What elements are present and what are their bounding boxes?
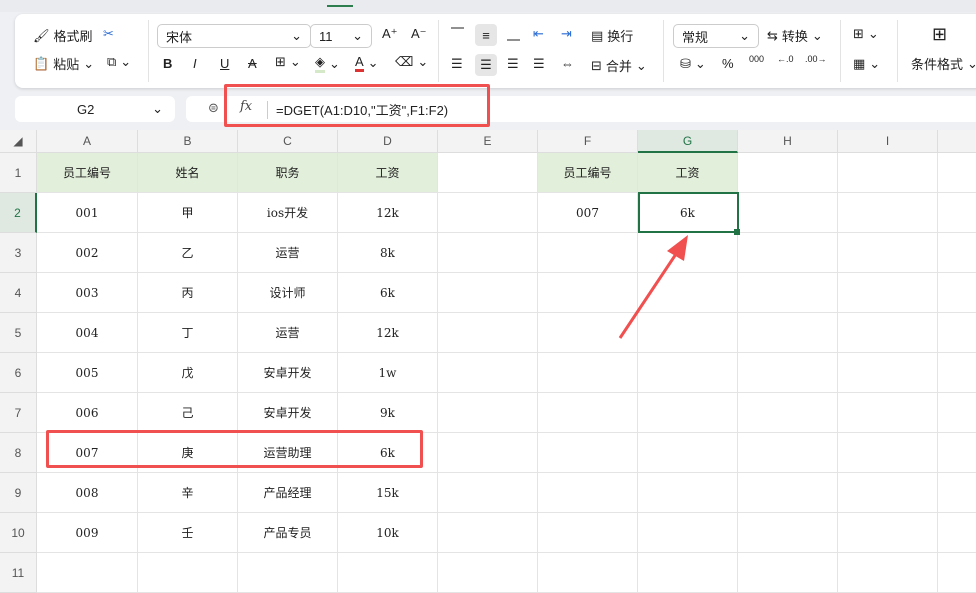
arrow-annotation [0, 0, 976, 592]
